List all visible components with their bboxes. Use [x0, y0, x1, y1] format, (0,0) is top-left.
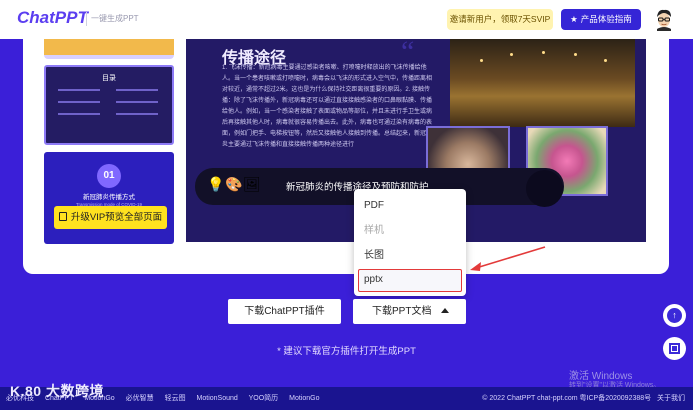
qr-code-button[interactable]: [663, 337, 686, 360]
arrow-up-icon: ↑: [667, 308, 682, 323]
copyright: © 2022 ChatPPT chat-ppt.com 粤ICP备2020092…: [482, 393, 685, 403]
lamp-light: [542, 51, 545, 54]
scroll-top-button[interactable]: ↑: [663, 304, 686, 327]
annotation-arrow-icon: [470, 246, 546, 271]
auditorium-image: [450, 39, 635, 127]
toc-line: [58, 101, 100, 103]
download-ppt-label: 下载PPT文档: [372, 306, 432, 317]
invite-button[interactable]: 邀请新用户，领取7天SVIP: [447, 9, 553, 30]
footer-link[interactable]: 必优智慧: [126, 395, 154, 402]
menu-item-long-image[interactable]: 长图: [354, 245, 466, 267]
thumbnail-title: 目录: [102, 75, 116, 82]
plugin-hint: * 建议下载官方插件打开生成PPT: [277, 346, 416, 357]
watermark-text: K.80 大数跨境: [10, 383, 104, 399]
download-ppt-button[interactable]: 下载PPT文档: [353, 299, 466, 324]
toc-line: [58, 113, 100, 115]
lamp-light: [480, 59, 483, 62]
chatppt-logo[interactable]: ChatPPT: [17, 8, 88, 28]
user-avatar[interactable]: [652, 7, 676, 31]
footer-link[interactable]: 轻云图: [165, 395, 186, 402]
toc-line: [116, 101, 158, 103]
caret-up-icon: [441, 308, 449, 313]
palette-icon[interactable]: 🎨: [225, 176, 243, 193]
toc-line: [58, 89, 100, 91]
slide-thumbnail-toc[interactable]: 目录: [44, 65, 174, 145]
section-title: 新冠肺炎传播方式: [83, 194, 135, 201]
upgrade-vip-button[interactable]: 升级VIP预览全部页面: [54, 206, 167, 229]
copyright-text: © 2022 ChatPPT chat-ppt.com 粤ICP备2020092…: [482, 395, 652, 402]
about-link[interactable]: 关于我们: [657, 395, 685, 402]
footer-link[interactable]: MotionGo: [289, 395, 319, 402]
image-icon[interactable]: 🖼: [243, 176, 261, 193]
thumbnail-band: [44, 39, 174, 55]
qr-code-dot: [672, 346, 677, 351]
top-header: ChatPPT 一键生成PPT 邀请新用户，领取7天SVIP ★ 产品体验指南: [0, 0, 693, 39]
toolbar-icons: 💡🎨🖼: [207, 176, 261, 193]
menu-item-pptx[interactable]: pptx: [358, 269, 462, 292]
download-format-menu: PDF 样机 长图 pptx: [354, 189, 466, 296]
footer-link[interactable]: YOO简历: [249, 395, 279, 402]
logo-tagline: 一键生成PPT: [91, 14, 139, 23]
banner-orb-icon: [526, 170, 563, 207]
lightbulb-icon[interactable]: 💡: [207, 176, 225, 193]
menu-item-pdf[interactable]: PDF: [354, 195, 466, 217]
star-icon: ★: [570, 14, 578, 24]
guide-button[interactable]: ★ 产品体验指南: [561, 9, 641, 30]
menu-item-mockup: 样机: [364, 225, 384, 236]
upgrade-vip-label: 升级VIP预览全部页面: [70, 212, 163, 223]
lamp-light: [604, 59, 607, 62]
logo-divider: [86, 12, 87, 26]
document-icon: [58, 212, 67, 221]
slide-thumbnail[interactable]: [44, 39, 174, 59]
slide-body: 1. 飞沫传播：新冠病毒主要通过感染者咳嗽、打喷嚏时释放出的飞沫传播给他人。当一…: [222, 65, 433, 148]
lamp-light: [574, 53, 577, 56]
toc-line: [116, 113, 158, 115]
lamp-light: [510, 53, 513, 56]
guide-button-label: 产品体验指南: [580, 14, 632, 24]
toc-line: [116, 89, 158, 91]
footer-link[interactable]: MotionSound: [197, 395, 238, 402]
slide-thumbnail-section[interactable]: 01 新冠肺炎传播方式 Transmission mode of COVID-1…: [44, 152, 174, 244]
download-plugin-button[interactable]: 下载ChatPPT插件: [228, 299, 341, 324]
section-number: 01: [97, 164, 121, 188]
